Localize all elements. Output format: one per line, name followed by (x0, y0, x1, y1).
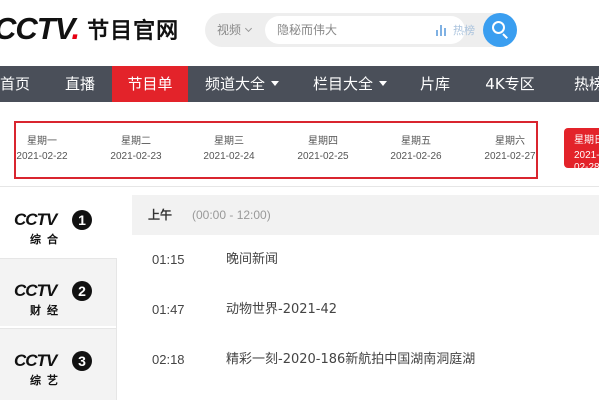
channel-sidebar: CCTV 1 综合 CCTV 2 财经 CCTV 3 综艺 (0, 188, 116, 400)
program-time: 01:47 (152, 302, 185, 317)
day-tab-fri[interactable]: 星期五 2021-02-26 (376, 123, 456, 177)
site-name: 节目官网 (87, 19, 180, 44)
logo-mark: CCTV. (0, 11, 80, 46)
program-row[interactable]: 01:15 晚间新闻 (132, 240, 599, 280)
program-title: 晚间新闻 (226, 252, 279, 267)
hot-rank-link[interactable]: 热榜 (436, 22, 475, 38)
cctv3-logo: CCTV 3 综艺 (14, 351, 92, 389)
nav-item-library[interactable]: 片库 (404, 66, 466, 102)
search-input[interactable] (265, 16, 465, 44)
nav-item-channels[interactable]: 频道大全 (188, 66, 296, 102)
channel-item-cctv1[interactable]: CCTV 1 综合 (0, 188, 116, 256)
section-divider (0, 186, 599, 187)
site-header: CCTV. 节目官网 视频 热榜 (0, 0, 599, 62)
chevron-down-icon (244, 24, 253, 33)
cctv1-logo: CCTV 1 综合 (14, 210, 92, 248)
channel-item-cctv3[interactable]: CCTV 3 综艺 (0, 328, 116, 400)
day-tab-thu[interactable]: 星期四 2021-02-25 (283, 123, 363, 177)
program-row[interactable]: 01:47 动物世界-2021-42 (132, 290, 599, 330)
nav-item-hot[interactable]: 热榜 (554, 66, 599, 102)
period-label: 上午 (148, 208, 173, 222)
search-category-label: 视频 (217, 23, 242, 37)
caret-down-icon (379, 81, 387, 86)
day-tab-mon[interactable]: 星期一 2021-02-22 (2, 123, 82, 177)
day-tab-sun-active[interactable]: 星期日 2021-02-28 (564, 128, 599, 173)
nav-item-4k[interactable]: 4K专区 (466, 66, 554, 102)
cctv-logo[interactable]: CCTV. 节目官网 (0, 11, 180, 46)
day-tab-wed[interactable]: 星期三 2021-02-24 (189, 123, 269, 177)
program-title: 动物世界-2021-42 (226, 302, 338, 317)
nav-item-columns[interactable]: 栏目大全 (296, 66, 404, 102)
day-tab-tue[interactable]: 星期二 2021-02-23 (96, 123, 176, 177)
nav-item-schedule[interactable]: 节目单 (112, 66, 188, 102)
period-header: 上午 (00:00 - 12:00) (132, 195, 599, 235)
day-tab-sat[interactable]: 星期六 2021-02-27 (470, 123, 550, 177)
program-row[interactable]: 02:18 精彩一刻-2020-186新航拍中国湖南洞庭湖 (132, 340, 599, 380)
program-time: 02:18 (152, 352, 185, 367)
hot-rank-label: 热榜 (453, 25, 475, 37)
nav-item-live[interactable]: 直播 (48, 66, 112, 102)
period-range: (00:00 - 12:00) (192, 208, 271, 222)
nav-item-home[interactable]: 首页 (0, 66, 48, 102)
search-button[interactable] (483, 13, 517, 47)
caret-down-icon (271, 81, 279, 86)
channel-item-cctv2[interactable]: CCTV 2 财经 (0, 258, 116, 326)
program-time: 01:15 (152, 252, 185, 267)
cctv2-logo: CCTV 2 财经 (14, 281, 92, 319)
main-nav: 首页 直播 节目单 频道大全 栏目大全 片库 4K专区 热榜 (0, 66, 599, 102)
sidebar-border (116, 258, 117, 400)
search-category-select[interactable]: 视频 (217, 13, 253, 47)
weekday-selector: 星期一 2021-02-22 星期二 2021-02-23 星期三 2021-0… (14, 121, 538, 179)
program-title: 精彩一刻-2020-186新航拍中国湖南洞庭湖 (226, 352, 476, 367)
bar-chart-icon (436, 24, 448, 36)
